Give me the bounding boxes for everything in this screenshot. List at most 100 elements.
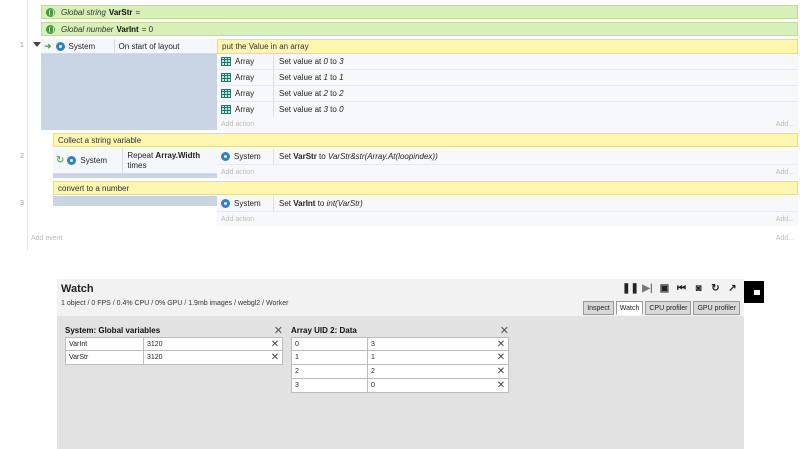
event-comment[interactable]: convert to a number [53, 181, 798, 195]
event-number: 1 [20, 42, 24, 49]
add-more-link[interactable]: Add... [776, 169, 794, 176]
add-more-link[interactable]: Add... [776, 121, 794, 128]
table-row: VarStr 3120 ✕ [65, 351, 283, 365]
tab-watch[interactable]: Watch [615, 301, 644, 315]
action-object: Array [235, 89, 255, 98]
system-gear-icon [221, 152, 230, 161]
event-comment[interactable]: put the Value in an array [217, 39, 798, 54]
action-row[interactable]: System Set VarStr to VarStr&str(Array.At… [217, 149, 798, 165]
global-var-value: = [135, 7, 141, 17]
remove-icon[interactable]: ✕ [268, 338, 282, 350]
condition-text: On start of layout [113, 39, 179, 53]
add-action-link[interactable]: Add action [221, 216, 254, 223]
array-icon [221, 89, 231, 98]
add-action-row[interactable]: Add action Add... [217, 165, 798, 179]
cell-value[interactable]: 3120 [144, 338, 268, 350]
cell-index: 3 [292, 379, 368, 392]
action-text: Set VarStr to VarStr&str(Array.At(loopin… [279, 152, 438, 161]
watch-tabs: Inspect Watch CPU profiler GPU profiler [583, 301, 740, 315]
cell-index: 0 [292, 338, 368, 350]
global-var-row[interactable]: Global number VarInt = 0 [41, 22, 798, 36]
event-number: 2 [20, 153, 24, 160]
array-icon [221, 73, 231, 82]
collapse-arrow-icon[interactable] [33, 42, 41, 47]
add-action-link[interactable]: Add action [221, 169, 254, 176]
global-var-name: VarInt [116, 24, 139, 34]
cell-name: VarInt [66, 338, 144, 350]
system-gear-icon [55, 41, 65, 51]
global-var-row[interactable]: Global string VarStr = [41, 5, 798, 19]
condition-block[interactable] [53, 196, 217, 206]
table-row: 0 3 ✕ [291, 337, 509, 351]
action-row[interactable]: System Set VarInt to int(VarStr) [217, 196, 798, 212]
action-object: Array [235, 57, 255, 66]
watch-toolbar: ❚❚ ▶| ▣ ⏮ ◙ ↻ ↗ [622, 283, 738, 294]
window-icon[interactable] [744, 281, 764, 303]
add-action-row[interactable]: Add action Add... [217, 117, 798, 131]
global-var-prefix: Global string [61, 7, 106, 17]
action-text: Set value at 2 to 2 [279, 89, 344, 98]
table-title: System: Global variables [65, 325, 161, 335]
popout-icon[interactable]: ↗ [727, 283, 738, 294]
globe-icon [46, 7, 55, 17]
action-text: Set value at 0 to 3 [279, 57, 344, 66]
event-comment[interactable]: Collect a string variable [53, 133, 798, 147]
tab-cpu-profiler[interactable]: CPU profiler [645, 301, 692, 315]
condition-row[interactable]: ↻ System Repeat Array.Width times [53, 148, 217, 174]
array-icon [221, 57, 231, 66]
cell-value[interactable]: 0 [368, 379, 494, 392]
action-text: Set value at 3 to 0 [279, 105, 344, 114]
remove-icon[interactable]: ✕ [494, 351, 508, 364]
margin-rule [27, 0, 28, 250]
watch-title: Watch [61, 283, 94, 295]
condition-text: Repeat Array.Width times [122, 148, 200, 173]
tab-inspect[interactable]: Inspect [583, 301, 614, 315]
loop-icon: ↻ [56, 155, 65, 166]
array-data-table: Array UID 2: Data ✕ 0 3 ✕ 1 1 ✕ 2 2 ✕ 3 0… [291, 323, 509, 393]
remove-icon[interactable]: ✕ [494, 338, 508, 350]
remove-icon[interactable]: ✕ [268, 351, 282, 364]
table-row: VarInt 3120 ✕ [65, 337, 283, 351]
close-icon[interactable]: ✕ [274, 324, 283, 337]
cell-value[interactable]: 3 [368, 338, 494, 350]
cell-value[interactable]: 1 [368, 351, 494, 364]
pause-icon[interactable]: ❚❚ [622, 283, 639, 294]
tab-gpu-profiler[interactable]: GPU profiler [693, 301, 740, 315]
array-icon [221, 105, 231, 114]
close-icon[interactable]: ✕ [500, 324, 509, 337]
action-object: System [234, 152, 261, 161]
action-object: Array [235, 73, 255, 82]
action-object: System [234, 199, 261, 208]
add-action-link[interactable]: Add action [221, 121, 254, 128]
add-more-link[interactable]: Add... [776, 216, 794, 223]
table-row: 2 2 ✕ [291, 365, 509, 379]
condition-object: System [80, 156, 108, 165]
condition-row[interactable]: ➜ System On start of layout [41, 39, 217, 54]
cell-value[interactable]: 3120 [144, 351, 268, 364]
add-event-link[interactable]: Add event [31, 235, 63, 242]
action-row[interactable]: Array Set value at 0 to 3 [217, 54, 798, 70]
global-var-value: = 0 [141, 24, 154, 34]
add-action-row[interactable]: Add action Add... [217, 212, 798, 226]
cell-name: VarStr [66, 351, 144, 364]
remove-icon[interactable]: ✕ [494, 379, 508, 392]
action-row[interactable]: Array Set value at 1 to 1 [217, 70, 798, 86]
step-icon[interactable]: ▶| [642, 283, 653, 294]
add-more-link[interactable]: Add... [776, 235, 794, 242]
cell-index: 1 [292, 351, 368, 364]
reload-icon[interactable]: ↻ [710, 283, 721, 294]
watch-stats: 1 object / 0 FPS / 0.4% CPU / 0% GPU / 1… [61, 300, 289, 307]
remove-icon[interactable]: ✕ [494, 365, 508, 378]
watch-panel: Watch 1 object / 0 FPS / 0.4% CPU / 0% G… [57, 279, 744, 449]
action-row[interactable]: Array Set value at 2 to 2 [217, 86, 798, 102]
table-row: 3 0 ✕ [291, 379, 509, 393]
cell-value[interactable]: 2 [368, 365, 494, 378]
camera-icon[interactable]: ◙ [693, 283, 704, 294]
action-row[interactable]: Array Set value at 3 to 0 [217, 102, 798, 118]
restart-icon[interactable]: ⏮ [676, 283, 687, 294]
system-gear-icon [221, 199, 230, 208]
save-icon[interactable]: ▣ [659, 283, 670, 294]
event-sheet: Global string VarStr = Global number Var… [0, 0, 800, 270]
cell-index: 2 [292, 365, 368, 378]
action-text: Set value at 1 to 1 [279, 73, 344, 82]
